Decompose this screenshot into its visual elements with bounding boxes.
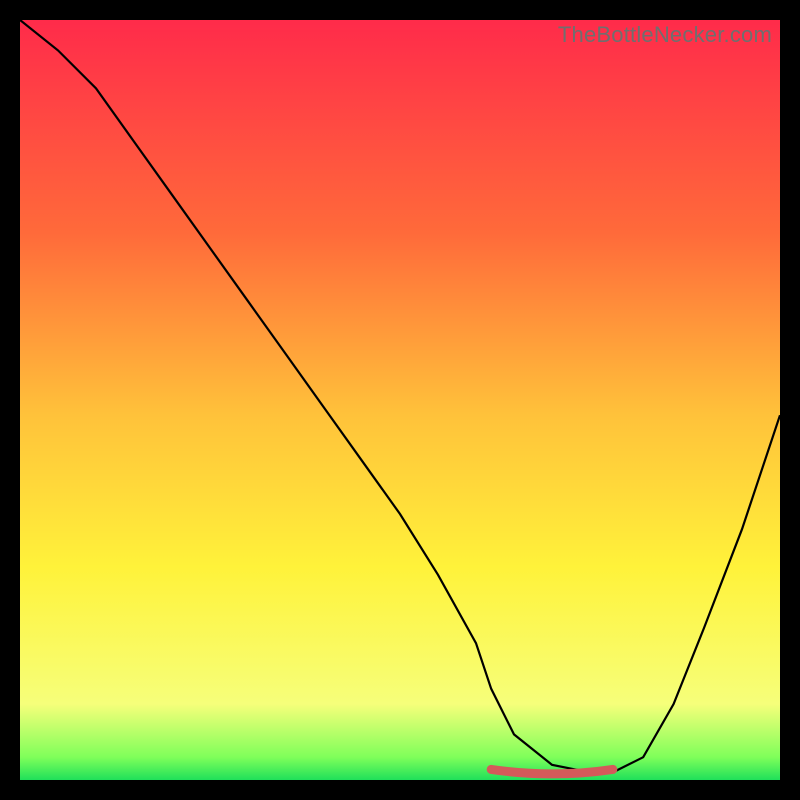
watermark-text: TheBottleNecker.com	[558, 22, 772, 48]
chart-frame: TheBottleNecker.com	[20, 20, 780, 780]
valley-marker	[491, 769, 613, 774]
bottleneck-chart	[20, 20, 780, 780]
heat-gradient-bg	[20, 20, 780, 780]
